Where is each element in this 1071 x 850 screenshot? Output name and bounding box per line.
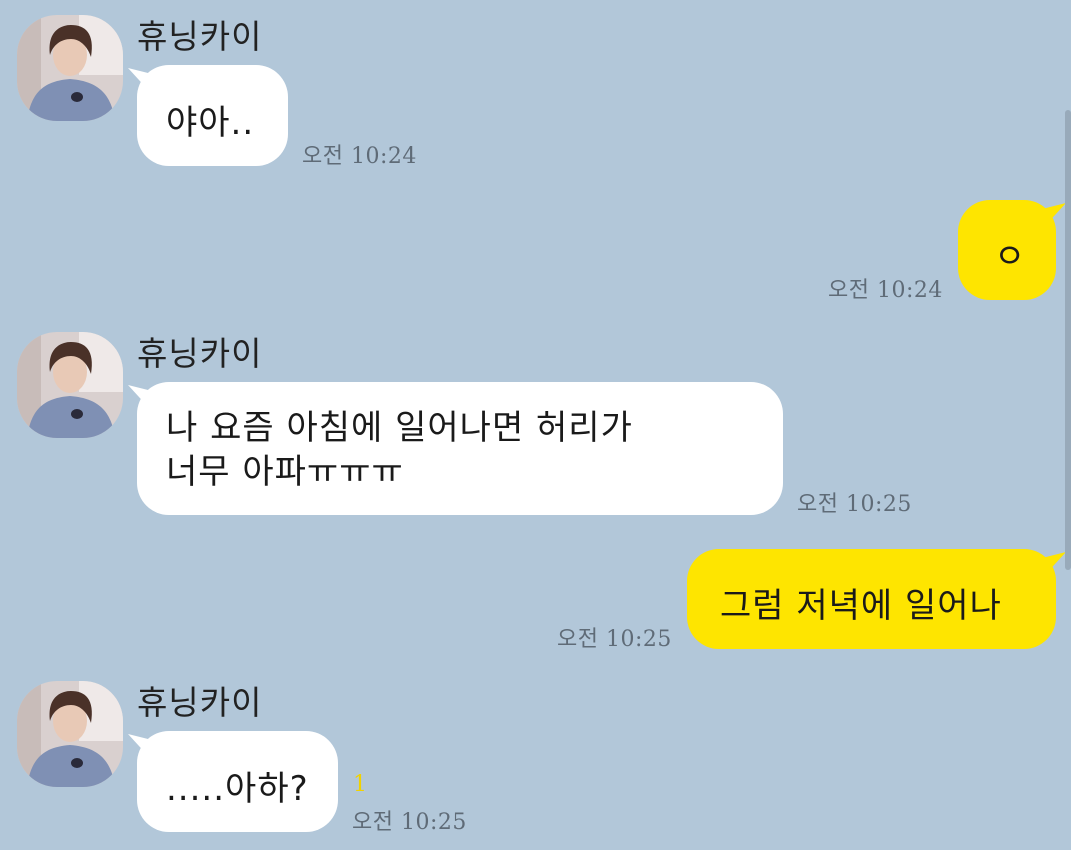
message-time: 오전 10:24 [302,144,417,169]
chat-area[interactable]: 휴닝카이 야아.. 오전 10:24 ㅇ 오전 10:24 휴닝카이 나 요즘 … [0,0,1071,850]
message-bubble[interactable]: 야아.. [137,65,288,166]
sender-name: 휴닝카이 [137,683,263,722]
scrollbar-thumb[interactable] [1065,110,1071,570]
sender-avatar[interactable] [17,15,123,121]
message-text: 그럼 저녁에 일어나 [720,586,1002,626]
message-bubble[interactable]: .....아하? [137,731,338,832]
bubble-tail [1042,552,1066,576]
message-time: 오전 10:24 [828,278,943,303]
message-time: 오전 10:25 [557,627,672,652]
message-bubble[interactable]: 그럼 저녁에 일어나 [687,549,1056,649]
message-text: 나 요즘 아침에 일어나면 허리가 너무 아파ㅠㅠㅠ [166,408,633,492]
avatar-photo [17,332,123,438]
message-time: 오전 10:25 [797,492,912,517]
message-time: 오전 10:25 [352,810,467,835]
unread-count: 1 [353,772,367,797]
message-bubble[interactable]: 나 요즘 아침에 일어나면 허리가 너무 아파ㅠㅠㅠ [137,382,783,515]
message-text: 야아.. [166,103,255,143]
sender-name: 휴닝카이 [137,17,263,56]
sender-avatar[interactable] [17,681,123,787]
message-text: ㅇ [994,237,1027,277]
sender-name: 휴닝카이 [137,334,263,373]
bubble-tail [1042,203,1066,227]
sender-avatar[interactable] [17,332,123,438]
message-text: .....아하? [166,769,309,809]
avatar-photo [17,15,123,121]
avatar-photo [17,681,123,787]
